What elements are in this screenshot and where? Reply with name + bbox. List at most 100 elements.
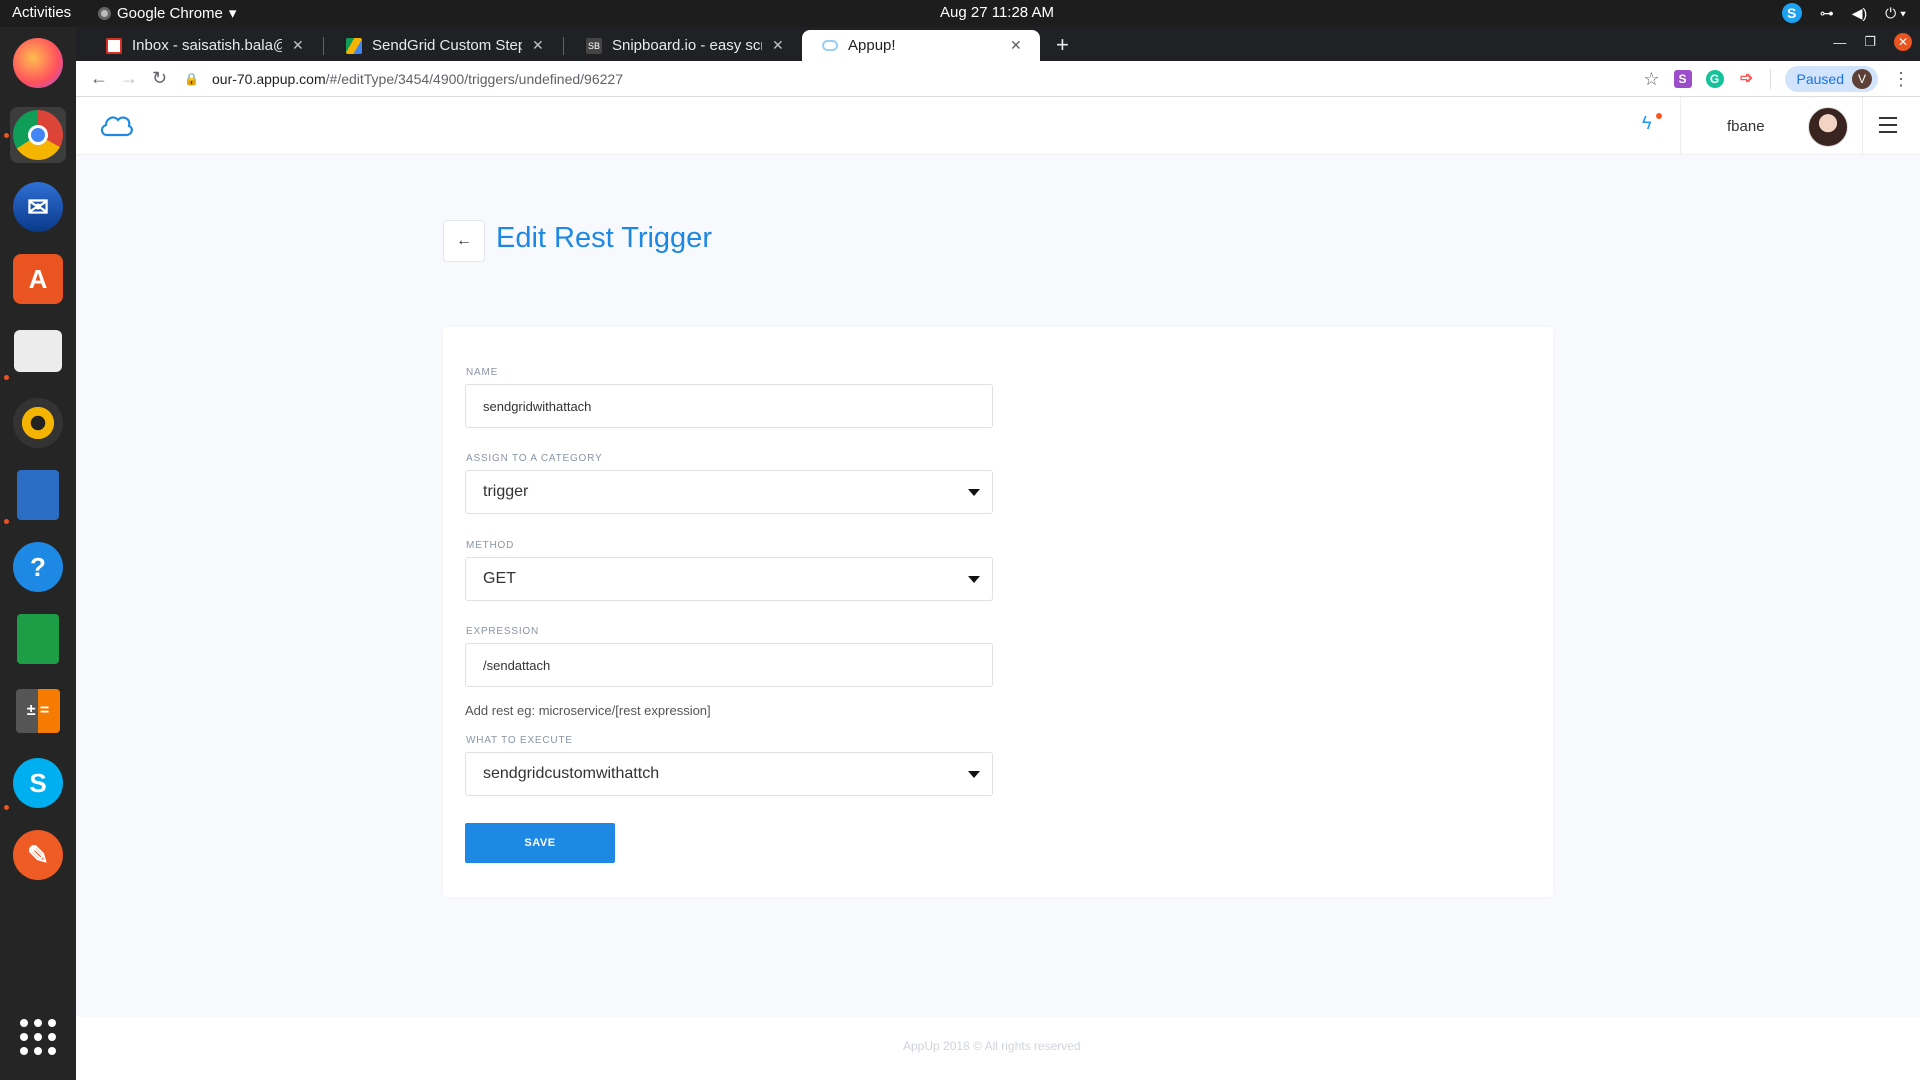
bookmark-star-icon[interactable]: ☆ xyxy=(1643,69,1659,90)
back-button[interactable]: ← xyxy=(443,220,485,262)
name-label: NAME xyxy=(466,367,499,378)
dock-postman[interactable]: ✎ xyxy=(10,827,66,883)
profile-button[interactable]: Paused V xyxy=(1784,66,1878,92)
caret-down-icon xyxy=(968,771,980,778)
save-button[interactable]: SAVE xyxy=(465,823,615,863)
hamburger-menu-icon[interactable] xyxy=(1879,117,1897,138)
gmail-icon xyxy=(106,37,122,54)
help-icon: ? xyxy=(13,542,63,592)
name-input[interactable]: sendgridwithattach xyxy=(465,384,993,428)
back-arrow-icon[interactable]: ← xyxy=(90,68,108,89)
google-drive-icon xyxy=(346,37,362,54)
dock-firefox[interactable] xyxy=(10,35,66,91)
footer-copyright: AppUp 2018 © All rights reserved xyxy=(903,1039,1081,1053)
restore-icon[interactable]: ❐ xyxy=(1864,34,1876,50)
new-tab-button[interactable]: + xyxy=(1056,32,1069,58)
firefox-icon xyxy=(13,38,63,88)
appup-logo-icon[interactable] xyxy=(98,111,134,139)
notification-dot xyxy=(1656,113,1662,119)
username[interactable]: fbane xyxy=(1727,118,1765,135)
main-content: ← Edit Rest Trigger NAME sendgridwithatt… xyxy=(76,155,1920,1017)
notifications-bolt-icon[interactable]: ϟ xyxy=(1642,113,1652,134)
dock-writer[interactable] xyxy=(10,467,66,523)
cloud-icon xyxy=(822,40,838,51)
tab-sendgrid[interactable]: SendGrid Custom Step - G ✕ xyxy=(326,30,562,61)
skype-tray-icon[interactable]: S xyxy=(1781,3,1802,23)
tab-title: Inbox - saisatish.bala@50 xyxy=(132,37,282,54)
forward-arrow-icon[interactable]: → xyxy=(120,68,138,89)
chrome-icon xyxy=(13,110,63,160)
dock-help[interactable]: ? xyxy=(10,539,66,595)
spreadsheet-icon xyxy=(17,614,59,664)
tab-title: Snipboard.io - easy screen xyxy=(612,37,762,54)
volume-icon[interactable]: ◀) xyxy=(1852,5,1867,22)
dock-files[interactable] xyxy=(10,323,66,379)
thunderbird-icon: ✉ xyxy=(13,182,63,232)
calculator-icon: ± = xyxy=(16,689,60,733)
profile-status: Paused xyxy=(1796,71,1844,87)
window-controls: — ❐ ✕ xyxy=(1833,33,1912,51)
reload-icon[interactable]: ↻ xyxy=(152,68,167,89)
show-apps-button[interactable] xyxy=(10,1009,66,1065)
caret-down-icon xyxy=(968,489,980,496)
trigger-form-card: NAME sendgridwithattach ASSIGN TO A CATE… xyxy=(443,327,1553,897)
tab-strip: Inbox - saisatish.bala@50 ✕ SendGrid Cus… xyxy=(76,27,1920,61)
dock-software[interactable]: A xyxy=(10,251,66,307)
tab-appup[interactable]: Appup! ✕ xyxy=(802,30,1040,61)
skype-icon: S xyxy=(13,758,63,808)
app-header: ϟ fbane xyxy=(76,97,1920,155)
app-menu-label: Google Chrome xyxy=(117,4,223,22)
execute-select[interactable]: sendgridcustomwithattch xyxy=(465,752,993,796)
expression-helper-text: Add rest eg: microservice/[rest expressi… xyxy=(465,703,711,718)
address-bar[interactable]: 🔒 our-70.appup.com/#/editType/3454/4900/… xyxy=(184,65,1764,93)
network-icon[interactable]: ⊶ xyxy=(1820,5,1834,22)
method-select[interactable]: GET xyxy=(465,557,993,601)
kebab-menu-icon[interactable]: ⋮ xyxy=(1892,69,1910,90)
extension-arrow-icon[interactable]: ➩ xyxy=(1737,70,1756,88)
system-tray[interactable]: S ⊶ ◀) ⏻ ▾ xyxy=(1781,3,1906,23)
dock-calc[interactable] xyxy=(10,611,66,667)
close-icon[interactable]: ✕ xyxy=(1010,37,1026,54)
dock-rhythmbox[interactable] xyxy=(10,395,66,451)
tab-inbox[interactable]: Inbox - saisatish.bala@50 ✕ xyxy=(86,30,322,61)
grammarly-icon[interactable]: G xyxy=(1705,70,1724,88)
dock-chrome[interactable] xyxy=(10,107,66,163)
url-path: /#/editType/3454/4900/triggers/undefined… xyxy=(325,71,623,87)
app-grid-icon xyxy=(20,1019,56,1055)
method-label: METHOD xyxy=(466,540,515,551)
lock-icon[interactable]: 🔒 xyxy=(184,72,199,86)
system-top-bar: Activities Google Chrome ▾ Aug 27 11:28 … xyxy=(0,0,1920,27)
expression-label: EXPRESSION xyxy=(466,626,540,637)
execute-value: sendgridcustomwithattch xyxy=(483,765,660,782)
expression-input[interactable]: /sendattach xyxy=(465,643,993,687)
tab-title: Appup! xyxy=(848,37,896,54)
minimize-icon[interactable]: — xyxy=(1833,35,1846,50)
snipboard-icon: SB xyxy=(586,37,602,54)
tab-snipboard[interactable]: SB Snipboard.io - easy screen ✕ xyxy=(566,30,802,61)
software-center-icon: A xyxy=(13,254,63,304)
category-label: ASSIGN TO A CATEGORY xyxy=(466,453,603,464)
window-close-icon[interactable]: ✕ xyxy=(1894,33,1912,51)
power-icon[interactable]: ⏻ ▾ xyxy=(1885,5,1906,22)
category-select[interactable]: trigger xyxy=(465,470,993,514)
postman-icon: ✎ xyxy=(13,830,63,880)
dock-skype[interactable]: S xyxy=(10,755,66,811)
close-icon[interactable]: ✕ xyxy=(772,37,788,54)
dock-calculator[interactable]: ± = xyxy=(10,683,66,739)
user-avatar[interactable] xyxy=(1808,107,1848,147)
dock-thunderbird[interactable]: ✉ xyxy=(10,179,66,235)
close-icon[interactable]: ✕ xyxy=(292,37,308,54)
close-icon[interactable]: ✕ xyxy=(532,37,548,54)
writer-icon xyxy=(17,470,59,520)
url-host: our-70.appup.com xyxy=(212,71,326,87)
files-icon xyxy=(14,330,62,372)
caret-down-icon xyxy=(968,576,980,583)
activities-button[interactable]: Activities xyxy=(12,4,71,21)
tab-title: SendGrid Custom Step - G xyxy=(372,37,522,54)
arrow-left-icon: ← xyxy=(456,232,472,249)
app-menu[interactable]: Google Chrome ▾ xyxy=(98,4,236,22)
toolbar-actions: ☆ S G ➩ Paused V ⋮ xyxy=(1643,66,1910,92)
execute-label: WHAT TO EXECUTE xyxy=(466,735,573,746)
extension-s-icon[interactable]: S xyxy=(1673,70,1692,88)
clock[interactable]: Aug 27 11:28 AM xyxy=(940,4,1054,21)
